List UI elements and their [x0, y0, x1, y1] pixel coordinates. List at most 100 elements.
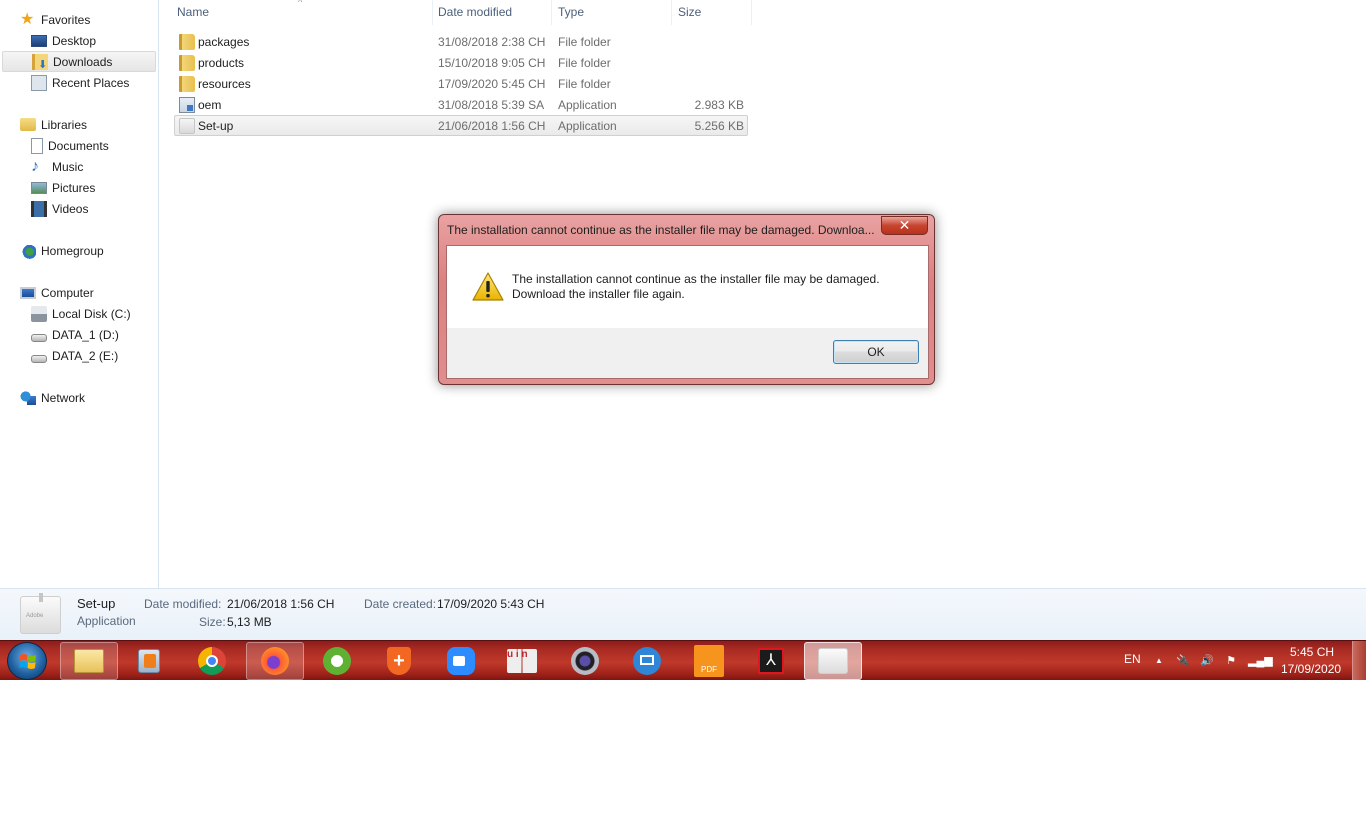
nav-favorites[interactable]: ★ Favorites	[0, 9, 158, 30]
nav-libraries-label: Libraries	[41, 117, 88, 132]
dialog-body: The installation cannot continue as the …	[446, 245, 929, 379]
webcam-icon	[571, 647, 599, 675]
file-size: 2.983 KB	[694, 97, 744, 112]
pictures-icon	[31, 181, 47, 194]
file-row[interactable]: oem 31/08/2018 5:39 SA Application 2.983…	[174, 94, 748, 115]
nav-videos-label: Videos	[52, 201, 89, 216]
start-button[interactable]	[7, 642, 47, 680]
taskbar-coccoc[interactable]	[308, 642, 366, 680]
action-center-flag-icon[interactable]: ⚑	[1224, 654, 1238, 668]
remote-desktop-icon	[633, 647, 661, 675]
nav-pictures[interactable]: Pictures	[0, 177, 158, 198]
taskbar-security[interactable]: +	[370, 642, 428, 680]
details-size-value: 5,13 MB	[227, 615, 272, 629]
column-header-type[interactable]: Type	[552, 0, 672, 25]
details-size-label: Size:	[199, 615, 226, 629]
taskbar-chrome[interactable]	[183, 642, 241, 680]
nav-documents[interactable]: Documents	[0, 135, 158, 156]
documents-icon	[31, 137, 43, 154]
column-header-name[interactable]: Name	[171, 0, 433, 25]
windows-explorer-icon	[74, 649, 104, 673]
windows-logo-icon	[19, 654, 36, 669]
column-type-label: Type	[558, 5, 585, 19]
column-header-size[interactable]: Size	[672, 0, 752, 25]
taskbar-windows-explorer[interactable]	[60, 642, 118, 680]
file-name: packages	[198, 34, 250, 49]
installer-large-icon: Adobe	[20, 593, 61, 634]
taskbar-firefox[interactable]	[246, 642, 304, 680]
clock-time[interactable]: 5:45 CH	[1290, 645, 1334, 659]
taskbar-zoom[interactable]	[432, 642, 490, 680]
column-header-date-modified[interactable]: Date modified	[432, 0, 552, 25]
nav-data1-d[interactable]: DATA_1 (D:)	[0, 324, 158, 345]
desktop-screen: ★ Favorites Desktop ⬇ Downloads Recent P…	[0, 0, 1366, 680]
videos-icon	[31, 200, 47, 217]
volume-icon[interactable]: 🔊	[1200, 654, 1214, 668]
file-row[interactable]: resources 17/09/2020 5:45 CH File folder	[174, 73, 748, 94]
taskbar-remote-desktop[interactable]	[618, 642, 676, 680]
recent-places-icon	[31, 74, 47, 91]
adobe-acrobat-icon: ⅄	[758, 648, 784, 674]
dialog-close-button[interactable]: ✕	[881, 216, 928, 235]
details-date-modified-value: 21/06/2018 1:56 CH	[227, 597, 335, 611]
show-hidden-icons-arrow[interactable]: ▲	[1152, 654, 1166, 668]
file-size: 5.256 KB	[694, 118, 744, 133]
drive-icon	[31, 333, 47, 342]
adobe-installer-icon	[818, 648, 848, 674]
installer-icon	[179, 118, 195, 134]
computer-icon	[20, 286, 36, 299]
nav-network-label: Network	[41, 390, 86, 405]
file-date: 15/10/2018 9:05 CH	[438, 55, 546, 70]
application-icon	[179, 97, 195, 113]
taskbar-adobe-acrobat[interactable]: ⅄	[742, 642, 800, 680]
nav-favorites-group: ★ Favorites Desktop ⬇ Downloads Recent P…	[0, 9, 158, 93]
nav-videos[interactable]: Videos	[0, 198, 158, 219]
nav-homegroup-group: Homegroup	[0, 240, 158, 261]
nav-local-disk-c-label: Local Disk (C:)	[52, 306, 131, 321]
taskbar-foxit-pdf[interactable]: PDF	[680, 642, 738, 680]
file-type: File folder	[558, 76, 611, 91]
libraries-icon	[20, 118, 36, 131]
nav-music[interactable]: ♪ Music	[0, 156, 158, 177]
error-dialog: The installation cannot continue as the …	[438, 214, 935, 385]
show-desktop-button[interactable]	[1352, 641, 1366, 680]
file-date: 31/08/2018 5:39 SA	[438, 97, 545, 112]
column-name-label: Name	[177, 5, 210, 19]
clock-date[interactable]: 17/09/2020	[1281, 662, 1341, 676]
chrome-icon	[198, 647, 226, 675]
taskbar-media-player[interactable]	[120, 642, 178, 680]
nav-computer-label: Computer	[41, 285, 94, 300]
details-file-type: Application	[77, 614, 136, 628]
nav-data1-d-label: DATA_1 (D:)	[52, 327, 119, 342]
column-size-label: Size	[678, 5, 702, 19]
dialog-message-line-1: The installation cannot continue as the …	[512, 272, 880, 286]
power-icon[interactable]: 🔌	[1176, 654, 1190, 668]
file-row[interactable]: products 15/10/2018 9:05 CH File folder	[174, 52, 748, 73]
nav-network[interactable]: Network	[0, 387, 158, 408]
file-type: File folder	[558, 55, 611, 70]
network-signal-icon[interactable]: ▂▄▆	[1248, 654, 1273, 668]
file-name: oem	[198, 97, 222, 112]
language-indicator[interactable]: EN	[1124, 652, 1141, 666]
taskbar-adobe-installer[interactable]	[804, 642, 862, 680]
nav-desktop[interactable]: Desktop	[0, 30, 158, 51]
ok-button[interactable]: OK	[833, 340, 919, 364]
taskbar-unikey[interactable]: u i n	[493, 642, 551, 680]
nav-computer[interactable]: Computer	[0, 282, 158, 303]
foxit-pdf-icon: PDF	[694, 645, 724, 677]
nav-homegroup[interactable]: Homegroup	[0, 240, 158, 261]
file-row-selected[interactable]: Set-up 21/06/2018 1:56 CH Application 5.…	[174, 115, 748, 136]
folder-icon	[179, 76, 195, 92]
nav-local-disk-c[interactable]: Local Disk (C:)	[0, 303, 158, 324]
nav-libraries[interactable]: Libraries	[0, 114, 158, 135]
file-row[interactable]: packages 31/08/2018 2:38 CH File folder	[174, 31, 748, 52]
nav-downloads-label: Downloads	[53, 54, 113, 69]
nav-downloads[interactable]: ⬇ Downloads	[2, 51, 156, 72]
nav-data2-e[interactable]: DATA_2 (E:)	[0, 345, 158, 366]
dialog-message: The installation cannot continue as the …	[512, 272, 880, 302]
taskbar-webcam[interactable]	[556, 642, 614, 680]
nav-libraries-group: Libraries Documents ♪ Music Pictures Vid…	[0, 114, 158, 219]
details-pane: Adobe Set-up Application Date modified: …	[0, 588, 1366, 640]
file-name: Set-up	[198, 118, 234, 133]
nav-recent-places[interactable]: Recent Places	[0, 72, 158, 93]
